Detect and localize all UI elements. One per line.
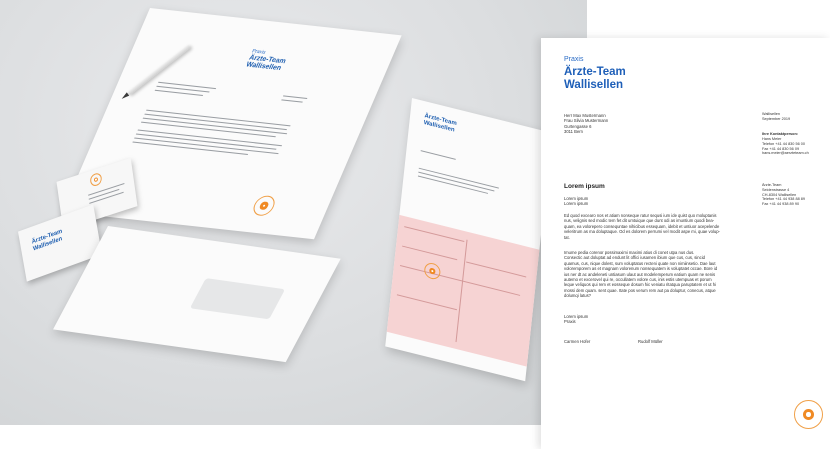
stationery-mockup-photo: Praxis Ärzte-Team Wallisellen Ärzte-Team… (0, 0, 587, 425)
body-paragraph-2: Imume pedia corenor possimaximi maximi a… (564, 250, 718, 299)
salutation: Lorem ipsum Lorem ipsum (564, 196, 589, 207)
letterhead-page: Praxis Ärzte-Team Wallisellen Herr Max M… (541, 38, 830, 449)
logo-name: Ärzte-Team Wallisellen (564, 66, 626, 91)
recipient-address: Herr Max Mustermann Frau Silvia Musterma… (564, 113, 609, 135)
practice-seal-icon (794, 400, 823, 429)
mockup-letterhead-seal (250, 194, 278, 217)
mockup-letterhead-name: Ärzte-Team Wallisellen (244, 54, 287, 73)
mockup-invoice-sheet: Ärzte-Team Wallisellen (385, 98, 552, 382)
body-paragraph-1: Ed quod excearo nos et atiam nonseque ra… (564, 213, 720, 240)
signature-1: Carmen Hofer (564, 339, 591, 344)
letter-heading: Lorem ipsum (564, 183, 605, 190)
mockup-invoice-name: Ärzte-Team Wallisellen (423, 113, 457, 134)
place-date: Wallisellen September 2019 (762, 112, 791, 121)
sender-address: Ärzte-Team Seidenstrasse 4 CH-8304 Walli… (762, 183, 805, 207)
signature-2: Rudolf Müller (638, 339, 663, 344)
envelope-window (189, 278, 286, 320)
mockup-envelope (53, 226, 341, 363)
contact-details: Hans Meier Telefon +41 44 830 56 00 Fax … (762, 137, 809, 156)
mockup-card-name: Ärzte-Team Wallisellen (31, 228, 63, 253)
mockup-payment-slip (386, 214, 540, 367)
logo-praxis-label: Praxis (564, 56, 584, 63)
closing: Lorem ipsum Praxis (564, 314, 589, 325)
